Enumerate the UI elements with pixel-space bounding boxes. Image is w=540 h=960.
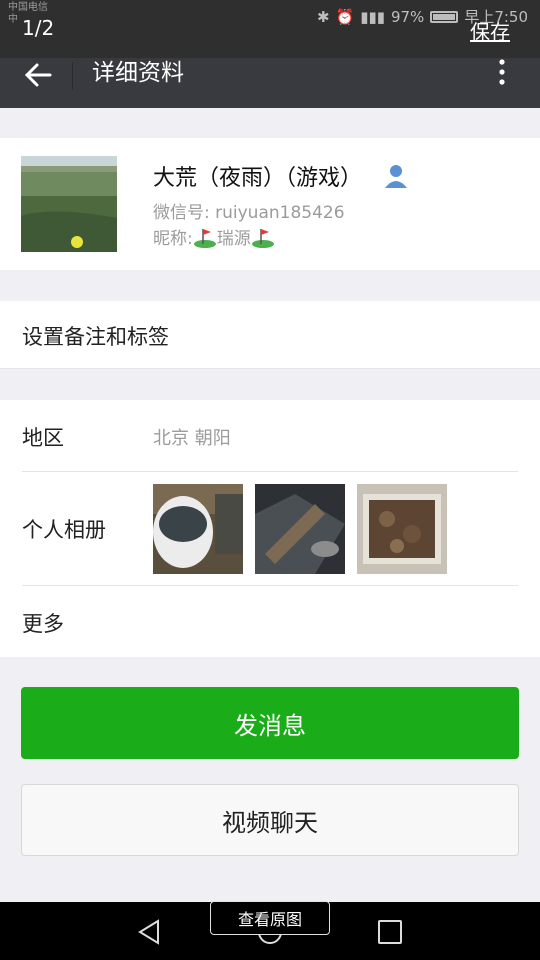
battery-icon xyxy=(430,10,459,23)
bluetooth-icon: ✱ xyxy=(316,7,330,26)
album-label: 个人相册 xyxy=(22,518,106,542)
more-menu-icon[interactable] xyxy=(492,58,512,88)
view-original-button[interactable]: 查看原图 xyxy=(210,901,330,935)
more-row[interactable]: 更多 xyxy=(22,608,64,638)
wechat-id: 微信号: ruiyuan185426 xyxy=(153,203,345,223)
signal-icon: ▮▮▮ xyxy=(360,7,385,26)
back-arrow-icon[interactable] xyxy=(20,60,60,90)
nickname-prefix: 昵称: xyxy=(153,229,193,249)
page-counter: 1/2 xyxy=(22,16,55,40)
set-remarks-row[interactable]: 设置备注和标签 xyxy=(0,301,540,369)
status-bar: 中国电信 中 ✱ ⏰ ▮▮▮ 97% 早上7:50 1/2 保存 xyxy=(0,0,540,58)
divider xyxy=(22,585,518,586)
info-section: 地区 北京 朝阳 个人相册 更多 xyxy=(0,400,540,657)
region-value: 北京 朝阳 xyxy=(153,428,231,449)
golf-flag-icon xyxy=(251,228,274,248)
app-bar: 详细资料 xyxy=(0,58,540,108)
contact-name: 大荒（夜雨）（游戏） xyxy=(153,166,363,191)
carrier-name: 中国电信 xyxy=(8,2,48,13)
battery-percent: 97% xyxy=(390,7,425,26)
nav-recent-apps-icon[interactable] xyxy=(378,920,402,944)
album-photo-1[interactable] xyxy=(153,484,243,574)
video-chat-button[interactable]: 视频聊天 xyxy=(21,784,519,856)
save-button[interactable]: 保存 xyxy=(470,16,510,45)
region-label: 地区 xyxy=(22,426,64,450)
remarks-label: 设置备注和标签 xyxy=(22,325,169,349)
nickname-row: 昵称: 瑞源 xyxy=(153,224,275,249)
contact-person-icon xyxy=(385,165,408,188)
album-photo-3[interactable] xyxy=(357,484,447,574)
app-bar-divider xyxy=(72,62,73,90)
profile-card: 大荒（夜雨）（游戏） 微信号: ruiyuan185426 昵称: 瑞源 xyxy=(0,138,540,270)
page-title: 详细资料 xyxy=(92,60,184,86)
avatar[interactable] xyxy=(21,156,117,252)
alarm-icon: ⏰ xyxy=(335,7,355,26)
nav-back-icon[interactable] xyxy=(136,918,162,946)
divider xyxy=(22,471,518,472)
send-message-button[interactable]: 发消息 xyxy=(21,687,519,759)
golf-flag-icon xyxy=(193,228,216,248)
nickname: 瑞源 xyxy=(216,229,251,249)
album-photo-2[interactable] xyxy=(255,484,345,574)
